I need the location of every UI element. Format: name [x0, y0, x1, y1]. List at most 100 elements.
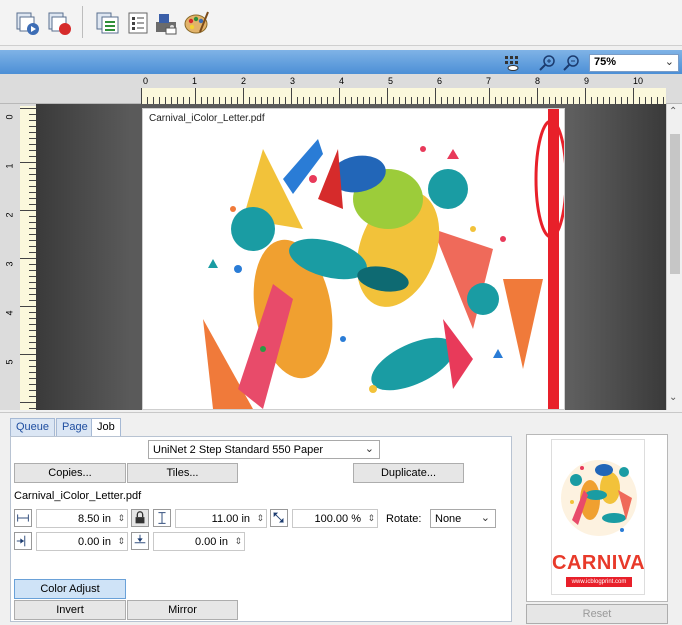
lock-icon[interactable]: [131, 509, 149, 527]
paper-select[interactable]: UniNet 2 Step Standard 550 Paper ⌄: [148, 440, 380, 459]
ruler-tick: [261, 97, 262, 104]
offset-y-field[interactable]: 0.00 in ⇕: [153, 532, 245, 551]
tab-job[interactable]: Job: [91, 418, 121, 436]
reset-button[interactable]: Reset: [526, 604, 668, 624]
ruler-tick: [417, 97, 418, 104]
stop-print-icon[interactable]: [46, 8, 74, 38]
vertical-ruler-tick: [29, 228, 36, 229]
ruler-tick: [249, 97, 250, 104]
ruler-label: 3: [290, 76, 296, 86]
tiles-button[interactable]: Tiles...: [127, 463, 238, 483]
offset-y-value: 0.00 in: [194, 536, 228, 548]
spinner-icon[interactable]: ⇕: [234, 534, 242, 548]
color-adjust-button[interactable]: Color Adjust: [14, 579, 126, 599]
paper-value: UniNet 2 Step Standard 550 Paper: [153, 444, 324, 456]
ruler-tick: [309, 97, 310, 104]
vertical-ruler-tick: [29, 378, 36, 379]
tab-queue[interactable]: Queue: [10, 418, 56, 436]
checklist-icon[interactable]: [124, 8, 152, 38]
vertical-ruler-tick: [29, 312, 36, 313]
zoom-in-icon[interactable]: [538, 54, 556, 72]
grid-view-icon[interactable]: [503, 54, 521, 72]
vertical-ruler-tick: [20, 306, 36, 307]
tab-page[interactable]: Page: [56, 418, 94, 436]
vertical-ruler-tick: [29, 144, 36, 145]
ruler-tick: [477, 97, 478, 104]
vertical-ruler-tick: [29, 156, 36, 157]
ruler-tick: [507, 97, 508, 104]
mirror-button[interactable]: Mirror: [127, 600, 238, 620]
page-preview[interactable]: Carnival_iColor_Letter.pdf: [142, 108, 565, 410]
scrollbar-thumb[interactable]: [670, 134, 680, 274]
rotate-label: Rotate:: [386, 513, 422, 525]
vertical-ruler-tick: [29, 180, 36, 181]
scale-field[interactable]: 100.00 % ⇕: [292, 509, 378, 528]
ruler-tick: [411, 97, 412, 104]
vertical-ruler-tick: [29, 270, 36, 271]
ruler-tick: [183, 97, 184, 104]
scroll-down-icon[interactable]: ⌄: [669, 392, 677, 403]
ruler-tick: [363, 97, 364, 104]
vertical-ruler-tick: [20, 354, 36, 355]
ruler-tick: [651, 97, 652, 104]
ruler-tick: [489, 88, 490, 104]
ruler-label: 9: [584, 76, 590, 86]
ruler-tick: [597, 97, 598, 104]
ruler-tick: [291, 88, 292, 104]
scroll-up-icon[interactable]: ⌃: [669, 106, 677, 117]
ruler-tick: [561, 97, 562, 104]
rotate-select[interactable]: None ⌄: [430, 509, 496, 528]
chevron-down-icon: ⌄: [664, 56, 674, 68]
vertical-ruler-label: 1: [4, 163, 15, 169]
ruler-tick: [525, 97, 526, 104]
duplicate-button[interactable]: Duplicate...: [353, 463, 464, 483]
vertical-ruler-tick: [29, 372, 36, 373]
zoom-select[interactable]: 75% ⌄: [589, 54, 679, 72]
spinner-icon[interactable]: ⇕: [256, 511, 264, 525]
ruler-tick: [399, 97, 400, 104]
ruler-tick: [147, 97, 148, 104]
ruler-tick: [237, 97, 238, 104]
vertical-ruler-label: 4: [4, 310, 15, 316]
copies-button[interactable]: Copies...: [14, 463, 126, 483]
offset-x-field[interactable]: 0.00 in ⇕: [36, 532, 128, 551]
ruler-tick: [591, 97, 592, 104]
carnival-artwork: [198, 109, 564, 409]
vertical-ruler-tick: [29, 348, 36, 349]
color-palette-icon[interactable]: [182, 8, 210, 38]
ruler-tick: [573, 97, 574, 104]
invert-button[interactable]: Invert: [14, 600, 126, 620]
thumbnail-page: CARNIVAL www.icblogprint.com: [551, 439, 645, 595]
spinner-icon[interactable]: ⇕: [117, 534, 125, 548]
print-queue-icon[interactable]: [14, 8, 42, 38]
height-field[interactable]: 11.00 in ⇕: [175, 509, 267, 528]
ruler-tick: [519, 97, 520, 104]
vertical-ruler-label: 5: [4, 359, 15, 365]
ruler-label: 7: [486, 76, 492, 86]
offset-y-icon: [131, 532, 149, 550]
vertical-ruler-label: 3: [4, 261, 15, 267]
ruler-tick: [375, 97, 376, 104]
vertical-ruler-tick: [29, 114, 36, 115]
offset-x-icon: [14, 532, 32, 550]
width-field[interactable]: 8.50 in ⇕: [36, 509, 128, 528]
ruler-tick: [213, 97, 214, 104]
spinner-icon[interactable]: ⇕: [117, 511, 125, 525]
ruler-tick: [243, 88, 244, 104]
ruler-label: 2: [241, 76, 247, 86]
ruler-tick: [447, 97, 448, 104]
ruler-tick: [657, 97, 658, 104]
scanner-icon[interactable]: [152, 8, 180, 38]
spinner-icon[interactable]: ⇕: [367, 511, 375, 525]
vertical-scrollbar[interactable]: ⌃ ⌄: [666, 104, 682, 410]
ruler-tick: [531, 97, 532, 104]
ruler-tick: [369, 97, 370, 104]
zoom-out-icon[interactable]: [562, 54, 580, 72]
vertical-ruler-tick: [29, 282, 36, 283]
ruler-tick: [273, 97, 274, 104]
ruler-tick: [225, 97, 226, 104]
width-icon: [14, 509, 32, 527]
vertical-ruler-tick: [29, 366, 36, 367]
vertical-ruler-tick: [20, 258, 36, 259]
job-list-icon[interactable]: [94, 8, 122, 38]
